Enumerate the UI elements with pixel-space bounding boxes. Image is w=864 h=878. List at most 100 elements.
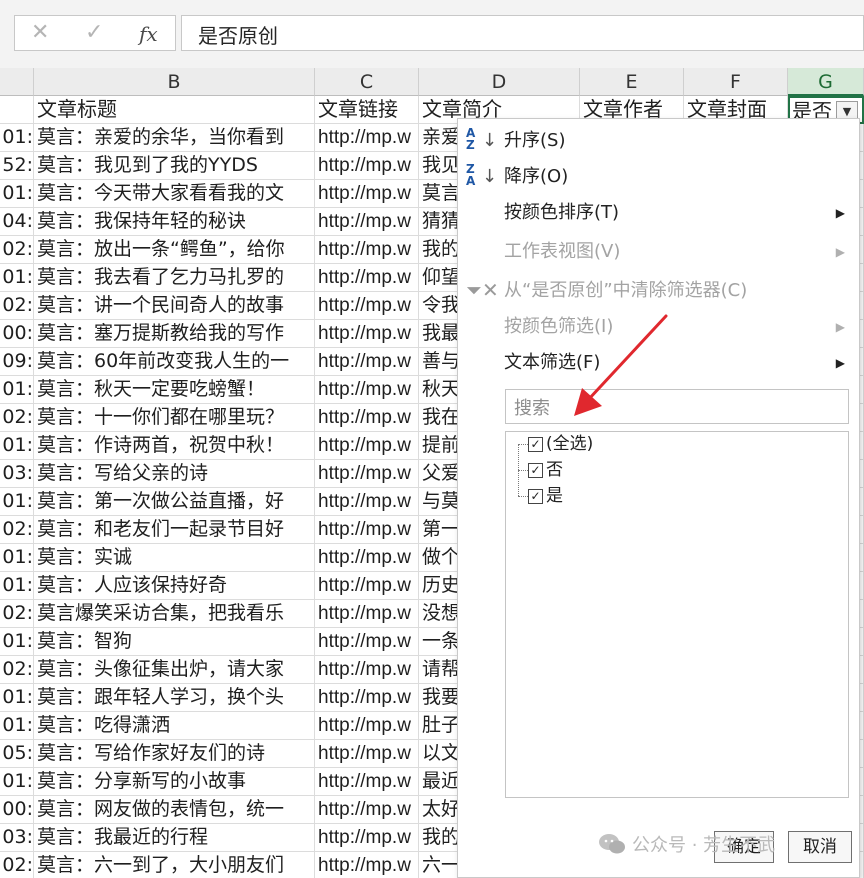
cell-link[interactable]: http://mp.w <box>315 600 419 628</box>
cell-title[interactable]: 莫言：头像征集出炉，请大家 <box>34 656 315 684</box>
cell-link[interactable]: http://mp.w <box>315 236 419 264</box>
checkbox-checked-icon[interactable]: ✓ <box>528 463 543 478</box>
column-header-g[interactable]: G <box>788 68 864 96</box>
cell-time[interactable]: :01 <box>0 180 34 208</box>
cell-title[interactable]: 莫言：六一到了，大小朋友们 <box>34 852 315 878</box>
cell-title[interactable]: 莫言：我见到了我的YYDS <box>34 152 315 180</box>
enter-icon[interactable]: ✓ <box>85 20 103 45</box>
cell-time[interactable]: :02 <box>0 404 34 432</box>
cell-title[interactable]: 莫言：人应该保持好奇 <box>34 572 315 600</box>
formula-input[interactable]: 是否原创 <box>181 15 864 51</box>
cell-time[interactable]: :01 <box>0 572 34 600</box>
cell-title[interactable]: 莫言：分享新写的小故事 <box>34 768 315 796</box>
checkbox-checked-icon[interactable]: ✓ <box>528 489 543 504</box>
menu-sort-by-color[interactable]: 按颜色排序(T) ▶ <box>458 195 859 231</box>
cell-time[interactable]: :02 <box>0 516 34 544</box>
cell-time[interactable]: :01 <box>0 628 34 656</box>
cell-time[interactable]: :01 <box>0 264 34 292</box>
filter-option-no[interactable]: ✓ 否 <box>528 458 563 482</box>
cell-link[interactable]: http://mp.w <box>315 320 419 348</box>
cell-link[interactable]: http://mp.w <box>315 628 419 656</box>
cell-link-header[interactable]: 文章链接 <box>315 96 419 124</box>
cell-title[interactable]: 莫言：作诗两首，祝贺中秋！ <box>34 432 315 460</box>
cell-link[interactable]: http://mp.w <box>315 852 419 878</box>
cell-time[interactable]: :01 <box>0 432 34 460</box>
cell-link[interactable]: http://mp.w <box>315 572 419 600</box>
cell-time[interactable]: :02 <box>0 236 34 264</box>
cell-link[interactable]: http://mp.w <box>315 152 419 180</box>
cell-title[interactable]: 莫言爆笑采访合集，把我看乐 <box>34 600 315 628</box>
column-header-d[interactable]: D <box>419 68 580 96</box>
cell-time[interactable]: :01 <box>0 376 34 404</box>
cell-time[interactable]: :01 <box>0 124 34 152</box>
cell-title[interactable]: 莫言：我保持年轻的秘诀 <box>34 208 315 236</box>
cell-link[interactable]: http://mp.w <box>315 516 419 544</box>
filter-option-select-all[interactable]: ✓ (全选) <box>528 432 593 456</box>
cell-title[interactable]: 莫言：秋天一定要吃螃蟹！ <box>34 376 315 404</box>
cell-link[interactable]: http://mp.w <box>315 348 419 376</box>
column-header-e[interactable]: E <box>580 68 684 96</box>
cell-title[interactable]: 莫言：写给作家好友们的诗 <box>34 740 315 768</box>
cell-time[interactable]: :00 <box>0 320 34 348</box>
cell-title[interactable]: 莫言：塞万提斯教给我的写作 <box>34 320 315 348</box>
cancel-button[interactable]: 取消 <box>788 831 852 863</box>
cell-link[interactable]: http://mp.w <box>315 208 419 236</box>
cell-title[interactable]: 莫言：我去看了乞力马扎罗的 <box>34 264 315 292</box>
cell-time[interactable]: :03 <box>0 824 34 852</box>
column-header-c[interactable]: C <box>315 68 419 96</box>
cell-link[interactable]: http://mp.w <box>315 376 419 404</box>
column-header-f[interactable]: F <box>684 68 788 96</box>
cell-time[interactable]: :52 <box>0 152 34 180</box>
cell-time[interactable]: :00 <box>0 796 34 824</box>
menu-sort-descending[interactable]: Z A ↓ 降序(O) <box>458 159 859 195</box>
cell-title[interactable]: 莫言：网友做的表情包，统一 <box>34 796 315 824</box>
cell-title[interactable]: 莫言：讲一个民间奇人的故事 <box>34 292 315 320</box>
menu-sort-ascending[interactable]: A Z ↓ 升序(S) <box>458 123 859 159</box>
cell-a-header[interactable] <box>0 96 34 124</box>
cell-link[interactable]: http://mp.w <box>315 404 419 432</box>
cell-time[interactable]: :01 <box>0 544 34 572</box>
cell-link[interactable]: http://mp.w <box>315 460 419 488</box>
cell-title[interactable]: 莫言：跟年轻人学习，换个头 <box>34 684 315 712</box>
cell-title[interactable]: 莫言：亲爱的余华，当你看到 <box>34 124 315 152</box>
cell-link[interactable]: http://mp.w <box>315 544 419 572</box>
cell-time[interactable]: :04 <box>0 208 34 236</box>
cell-time[interactable]: :02 <box>0 656 34 684</box>
cell-title[interactable]: 莫言：放出一条“鳄鱼”，给你 <box>34 236 315 264</box>
cancel-icon[interactable]: ✕ <box>31 20 49 45</box>
cell-title[interactable]: 莫言：吃得潇洒 <box>34 712 315 740</box>
filter-value-list[interactable]: ✓ (全选) ✓ 否 ✓ 是 <box>505 431 849 798</box>
cell-title[interactable]: 莫言：我最近的行程 <box>34 824 315 852</box>
cell-title[interactable]: 莫言：十一你们都在哪里玩？ <box>34 404 315 432</box>
cell-title[interactable]: 莫言：今天带大家看看我的文 <box>34 180 315 208</box>
cell-link[interactable]: http://mp.w <box>315 656 419 684</box>
column-header-b[interactable]: B <box>34 68 315 96</box>
cell-time[interactable]: :05 <box>0 740 34 768</box>
cell-time[interactable]: :01 <box>0 712 34 740</box>
cell-time[interactable]: :02 <box>0 600 34 628</box>
cell-link[interactable]: http://mp.w <box>315 432 419 460</box>
cell-link[interactable]: http://mp.w <box>315 796 419 824</box>
checkbox-checked-icon[interactable]: ✓ <box>528 437 543 452</box>
filter-option-yes[interactable]: ✓ 是 <box>528 484 563 508</box>
cell-title[interactable]: 莫言：智狗 <box>34 628 315 656</box>
cell-time[interactable]: :01 <box>0 768 34 796</box>
cell-time[interactable]: :01 <box>0 488 34 516</box>
cell-link[interactable]: http://mp.w <box>315 180 419 208</box>
cell-link[interactable]: http://mp.w <box>315 684 419 712</box>
cell-time[interactable]: :02 <box>0 292 34 320</box>
cell-link[interactable]: http://mp.w <box>315 768 419 796</box>
insert-function-icon[interactable]: fx <box>139 22 158 46</box>
cell-time[interactable]: :01 <box>0 684 34 712</box>
cell-time[interactable]: :03 <box>0 460 34 488</box>
cell-title[interactable]: 莫言：60年前改变我人生的一 <box>34 348 315 376</box>
cell-title-header[interactable]: 文章标题 <box>34 96 315 124</box>
cell-title[interactable]: 莫言：写给父亲的诗 <box>34 460 315 488</box>
cell-link[interactable]: http://mp.w <box>315 292 419 320</box>
cell-title[interactable]: 莫言：和老友们一起录节目好 <box>34 516 315 544</box>
cell-link[interactable]: http://mp.w <box>315 824 419 852</box>
cell-time[interactable]: :02 <box>0 852 34 878</box>
cell-title[interactable]: 莫言：第一次做公益直播，好 <box>34 488 315 516</box>
column-header-a[interactable] <box>0 68 34 96</box>
cell-link[interactable]: http://mp.w <box>315 264 419 292</box>
